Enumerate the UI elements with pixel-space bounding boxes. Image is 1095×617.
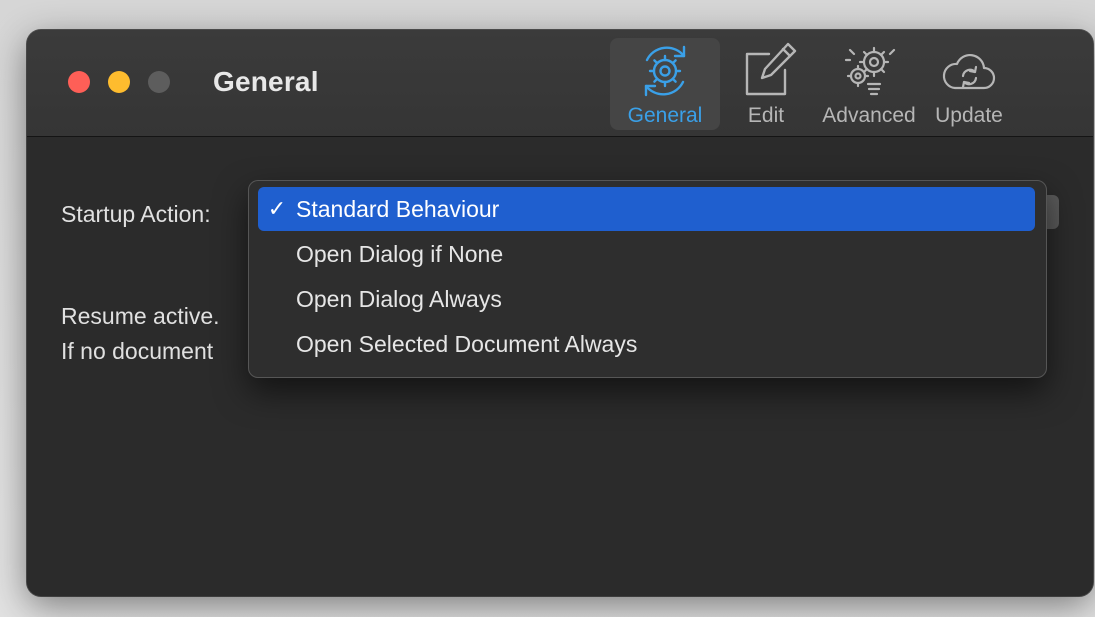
menu-item-open-selected-document-always[interactable]: Open Selected Document Always xyxy=(258,322,1035,366)
tab-general[interactable]: General xyxy=(610,38,720,130)
menu-item-label: Standard Behaviour xyxy=(296,195,500,222)
titlebar: General General Edit Advanced Update xyxy=(27,30,1093,137)
minimize-window-button[interactable] xyxy=(108,71,130,93)
tab-update-label: Update xyxy=(935,104,1003,127)
startup-action-label: Startup Action: xyxy=(61,201,211,227)
tab-edit[interactable]: Edit xyxy=(724,38,808,130)
startup-action-menu: ✓ Standard Behaviour Open Dialog if None… xyxy=(248,180,1047,378)
tab-advanced[interactable]: Advanced xyxy=(812,38,926,130)
close-window-button[interactable] xyxy=(68,71,90,93)
preferences-toolbar: General Edit Advanced Update xyxy=(610,38,1010,130)
tab-advanced-label: Advanced xyxy=(822,104,916,127)
preferences-window: General General Edit Advanced Update Sta… xyxy=(27,30,1093,596)
tab-general-label: General xyxy=(627,104,703,127)
gears-bulb-icon xyxy=(838,40,900,102)
menu-item-open-dialog-if-none[interactable]: Open Dialog if None xyxy=(258,232,1035,276)
window-title: General xyxy=(213,66,319,97)
pencil-square-icon xyxy=(735,40,797,102)
menu-item-standard-behaviour[interactable]: ✓ Standard Behaviour xyxy=(258,187,1035,231)
startup-description: Resume active. If no document xyxy=(61,299,220,369)
menu-item-open-dialog-always[interactable]: Open Dialog Always xyxy=(258,277,1035,321)
description-line-1: Resume active. xyxy=(61,303,220,329)
gear-refresh-icon xyxy=(634,40,696,102)
cloud-sync-icon xyxy=(938,40,1000,102)
description-line-2: If no document xyxy=(61,338,214,364)
checkmark-icon: ✓ xyxy=(267,196,287,221)
zoom-window-button[interactable] xyxy=(148,71,170,93)
menu-item-label: Open Dialog Always xyxy=(296,285,502,312)
menu-item-label: Open Dialog if None xyxy=(296,240,504,267)
menu-item-label: Open Selected Document Always xyxy=(296,330,638,357)
tab-edit-label: Edit xyxy=(747,104,785,127)
general-pane: Startup Action: Resume active. If no doc… xyxy=(27,137,1093,596)
tab-update[interactable]: Update xyxy=(928,38,1010,130)
